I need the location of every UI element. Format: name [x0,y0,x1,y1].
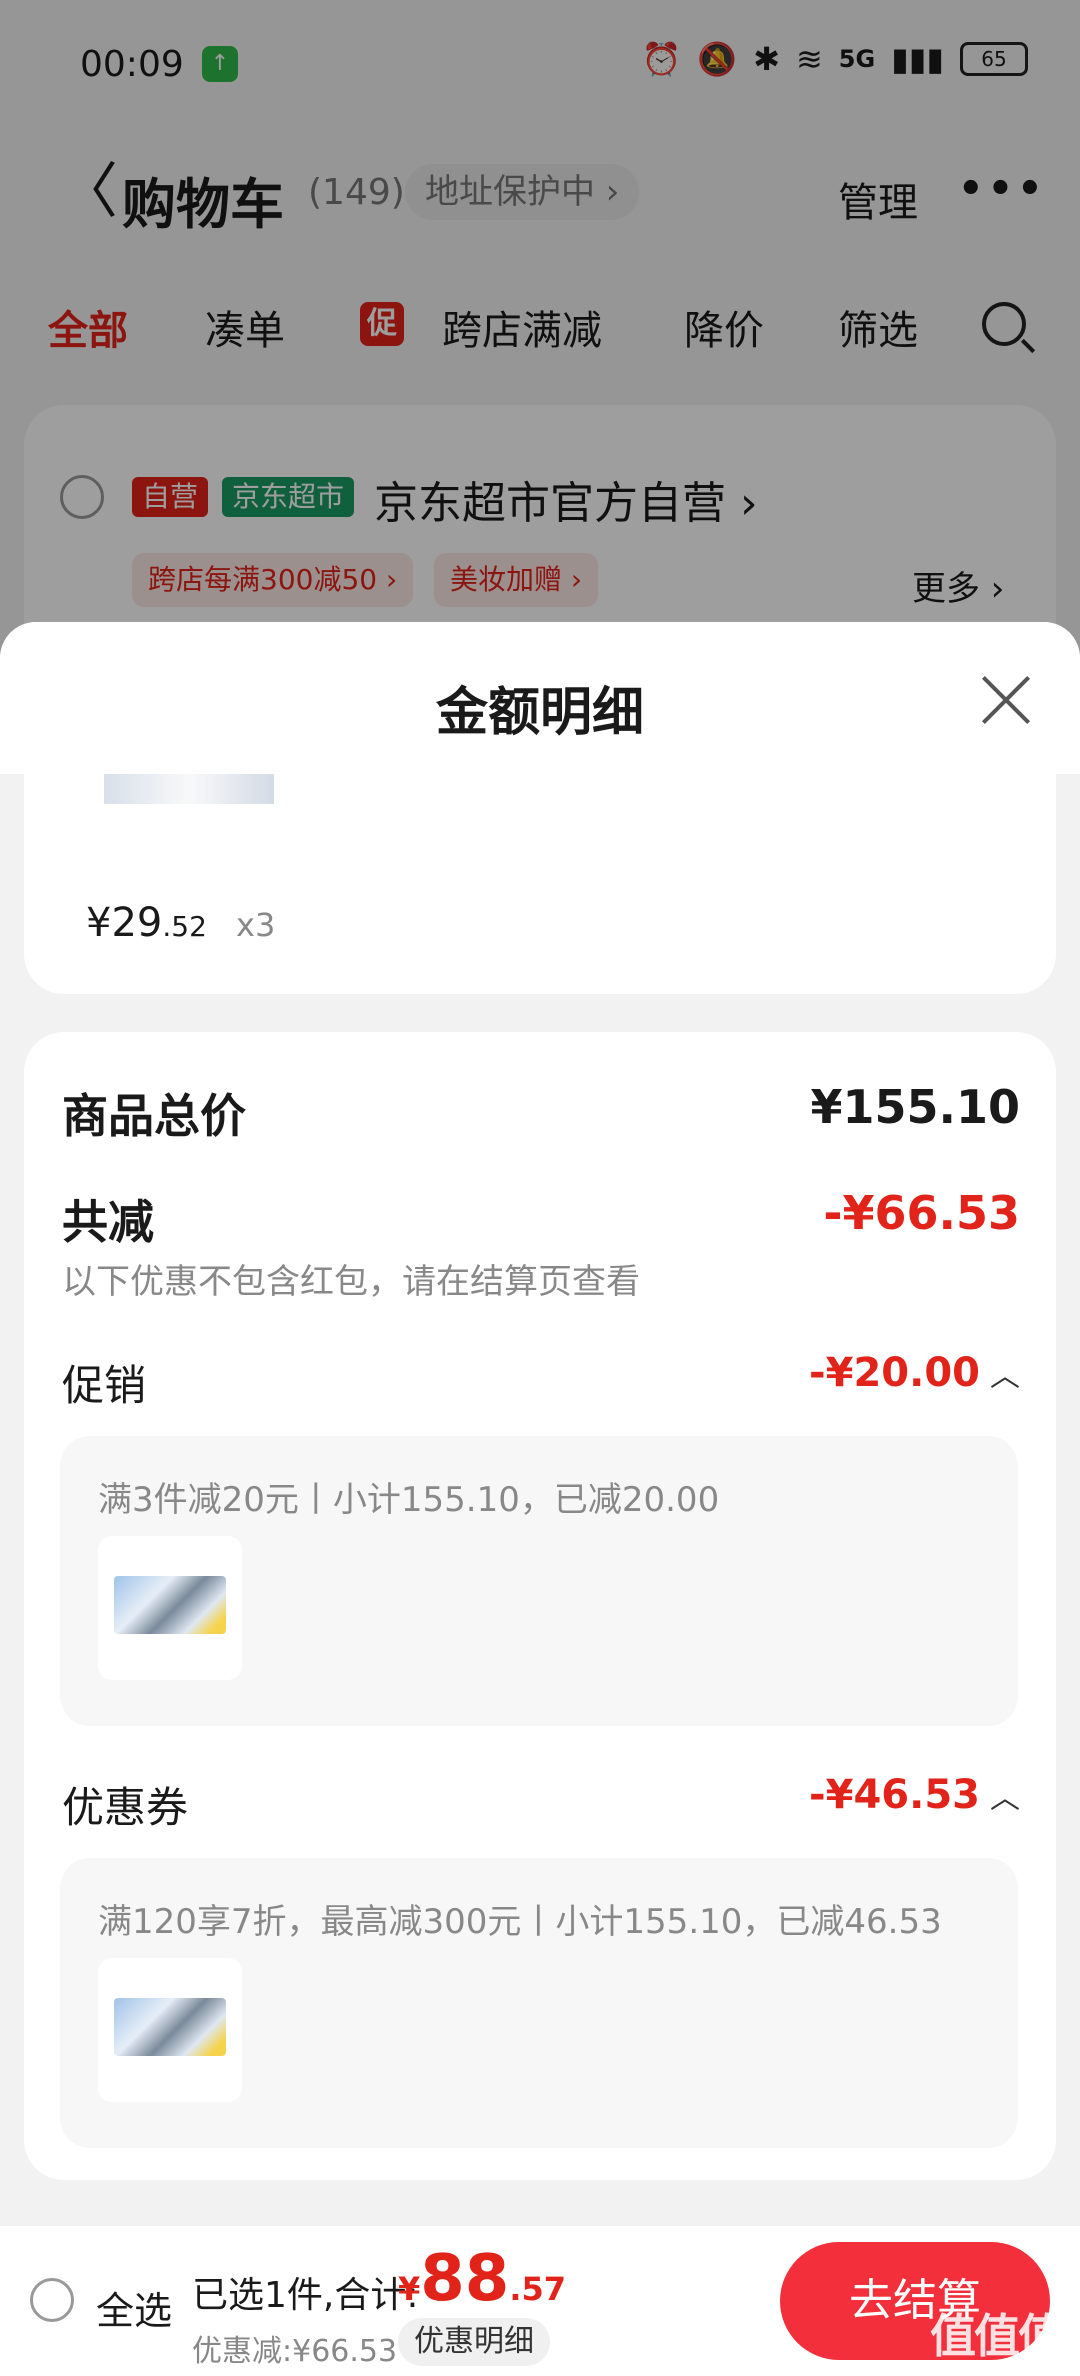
chevron-up-icon: ︿ [990,1781,1020,1816]
product-image [114,1998,226,2056]
sheet-header: 金额明细 [0,622,1080,774]
discount-detail-button[interactable]: 优惠明细 [398,2318,550,2366]
coupon-toggle[interactable]: -¥46.53 ︿ [809,1772,1020,1818]
chevron-up-icon: ︿ [990,1359,1020,1394]
amount-detail-card: 商品总价 ¥155.10 共减 -¥66.53 以下优惠不包含红包，请在结算页查… [24,1032,1056,2180]
product-thumbnail [104,774,274,804]
promo-detail-box: 满3件减20元丨小计155.10，已减20.00 [60,1436,1018,1726]
select-all-label[interactable]: 全选 [96,2280,172,2335]
coupon-value: -¥46.53 [809,1772,980,1818]
total-amount: ¥88.57 [398,2242,566,2316]
sheet-title: 金额明细 [435,683,644,743]
promo-value: -¥20.00 [809,1350,980,1396]
reduce-note: 以下优惠不包含红包，请在结算页查看 [62,1262,640,1302]
close-icon[interactable] [980,674,1032,726]
total-int: 88 [420,2242,510,2316]
promo-label: 促销 [62,1361,147,1410]
item-price-dec: .52 [162,910,207,943]
goods-total-value: ¥155.10 [810,1080,1020,1134]
reduce-value: -¥66.53 [823,1186,1020,1240]
discount-summary: 优惠减:¥66.53 [192,2334,398,2369]
item-price: ¥29.52 [86,900,207,946]
total-currency: ¥ [398,2270,421,2308]
total-dec: .57 [509,2270,567,2308]
coupon-label: 优惠券 [62,1783,189,1832]
item-price-int: ¥29 [86,900,163,946]
promo-toggle[interactable]: -¥20.00 ︿ [809,1350,1020,1396]
coupon-detail-box: 满120享7折，最高减300元丨小计155.10，已减46.53 [60,1858,1018,2148]
select-all-radio[interactable] [30,2278,74,2322]
watermark: 值值值 [930,2309,1064,2363]
promo-product-thumb[interactable] [98,1536,242,1680]
coupon-detail-text: 满120享7折，最高减300元丨小计155.10，已减46.53 [98,1902,942,1942]
coupon-product-thumb[interactable] [98,1958,242,2102]
amount-detail-sheet: 金额明细 ¥29.52 x3 商品总价 ¥155.10 共减 -¥66.53 以… [0,622,1080,2376]
selected-summary: 已选1件,合计: [192,2275,419,2316]
promo-detail-text: 满3件减20元丨小计155.10，已减20.00 [98,1480,720,1520]
reduce-label: 共减 [62,1195,154,1249]
item-quantity: x3 [236,906,276,944]
item-card: ¥29.52 x3 [24,774,1056,994]
goods-total-label: 商品总价 [62,1089,246,1143]
checkout-bar: 全选 已选1件,合计: ¥88.57 优惠减:¥66.53 优惠明细 去结算 [0,2226,1080,2376]
product-image [114,1576,226,1634]
